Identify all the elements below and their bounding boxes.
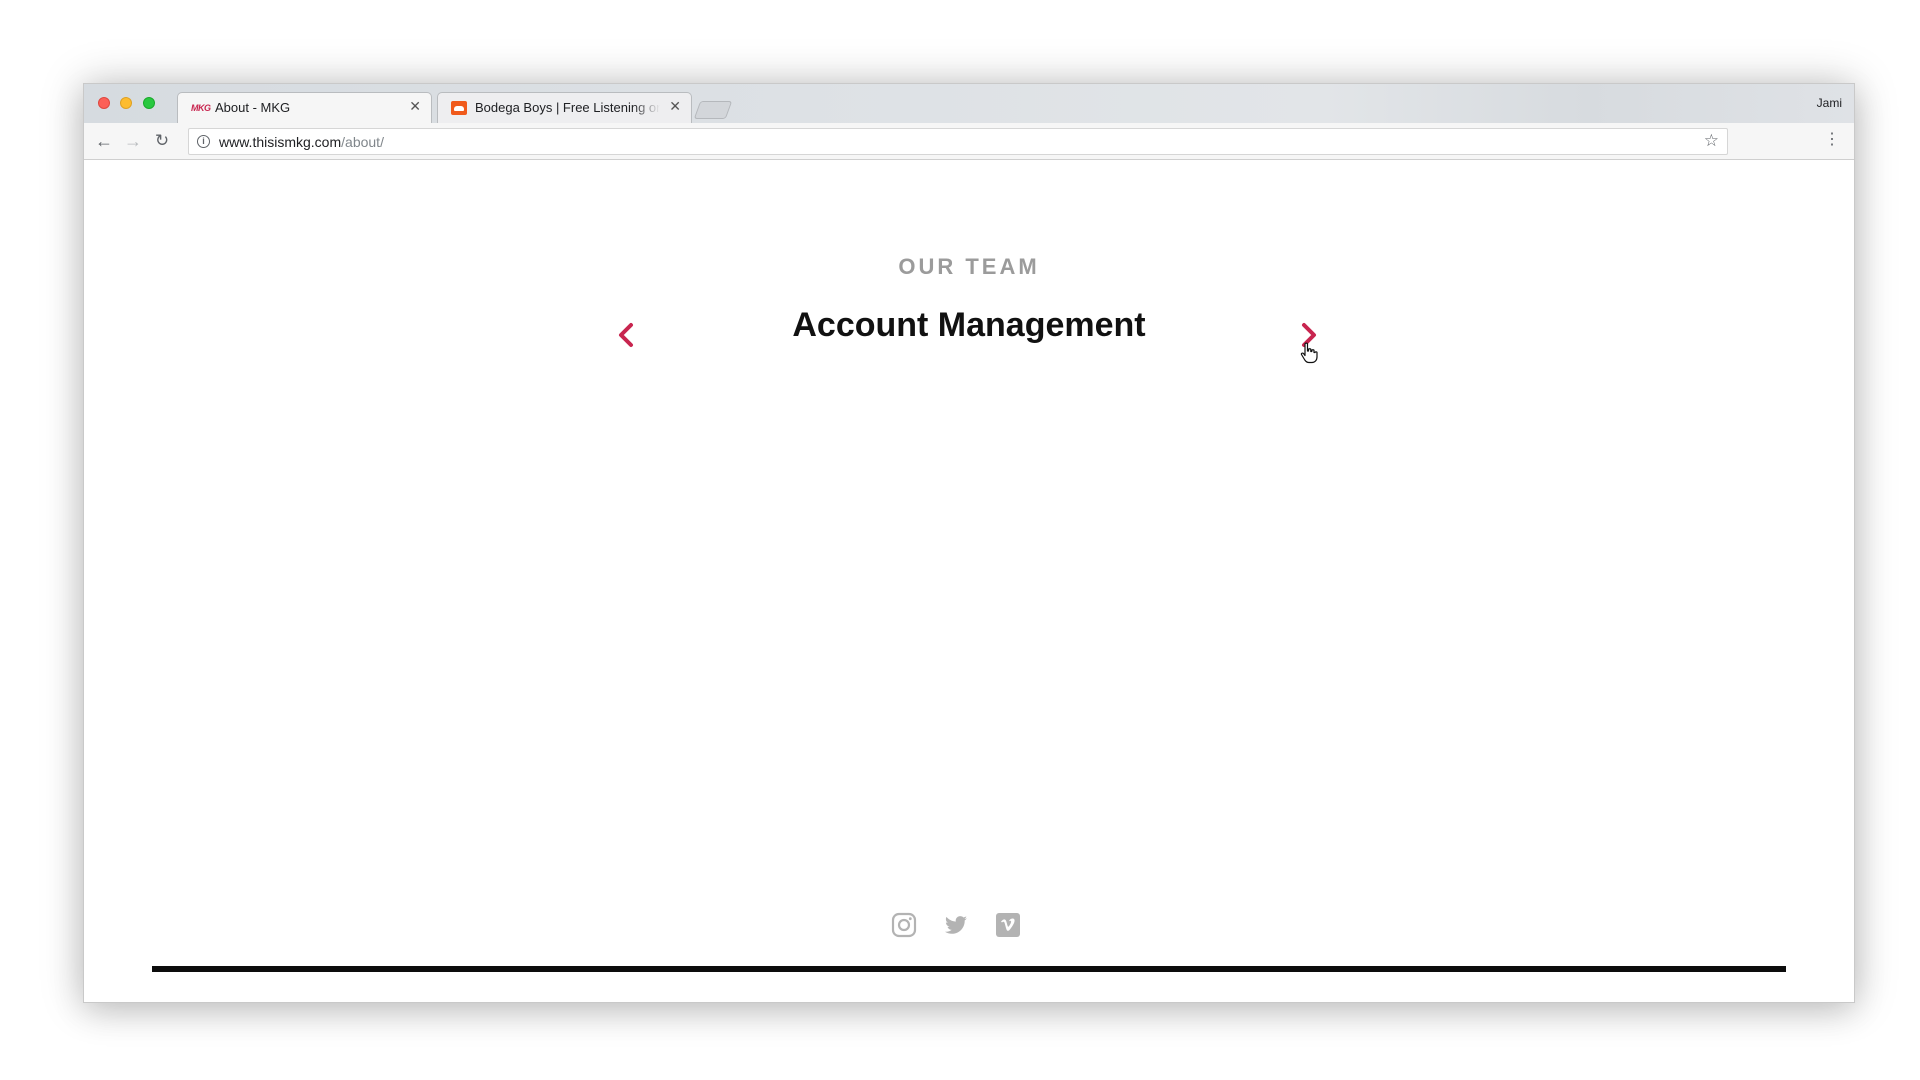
mkg-favicon-icon: MKG <box>191 103 211 113</box>
url-domain: www.thisismkg.com <box>219 134 342 150</box>
tab-bodega-boys[interactable]: Bodega Boys | Free Listening on SoundClo… <box>437 92 692 123</box>
team-title: Account Management <box>792 306 1146 344</box>
back-arrow-icon[interactable]: ← <box>92 129 116 153</box>
browser-menu-icon[interactable]: ⋮ <box>1824 131 1840 149</box>
new-tab-button[interactable] <box>693 101 733 119</box>
info-icon[interactable]: i <box>197 135 210 148</box>
tab-about-mkg[interactable]: MKG About - MKG ✕ <box>177 92 432 123</box>
section-label: OUR TEAM <box>898 254 1040 279</box>
previous-arrow-icon[interactable] <box>614 320 638 350</box>
bookmark-star-icon[interactable]: ☆ <box>1704 131 1719 151</box>
tab-title: Bodega Boys | Free Listening on SoundClo… <box>475 100 660 115</box>
profile-name[interactable]: Jami <box>1817 96 1842 110</box>
tab-close-icon[interactable]: ✕ <box>409 98 421 115</box>
footer-divider <box>152 966 1786 972</box>
reload-icon[interactable]: ↻ <box>150 129 174 153</box>
browser-window: MKG About - MKG ✕ Bodega Boys | Free Lis… <box>83 83 1855 1003</box>
url-text[interactable]: www.thisismkg.com/about/ <box>219 134 384 150</box>
browser-toolbar: ← → ↻ i www.thisismkg.com/about/ ☆ ⋮ <box>84 123 1854 160</box>
minimize-window-button[interactable] <box>120 97 132 109</box>
tab-title: About - MKG <box>215 100 291 115</box>
vimeo-icon[interactable] <box>995 912 1021 938</box>
soundcloud-favicon-icon <box>451 101 467 115</box>
maximize-window-button[interactable] <box>143 97 155 109</box>
address-bar[interactable]: i www.thisismkg.com/about/ ☆ <box>188 128 1728 155</box>
tab-close-icon[interactable]: ✕ <box>669 98 681 115</box>
hand-cursor-icon <box>1300 342 1318 364</box>
url-path: /about/ <box>341 134 384 150</box>
forward-arrow-icon[interactable]: → <box>121 129 145 153</box>
page-content: OUR TEAM Account Management <box>84 160 1854 1002</box>
close-window-button[interactable] <box>98 97 110 109</box>
tab-strip: MKG About - MKG ✕ Bodega Boys | Free Lis… <box>84 84 1854 123</box>
twitter-icon[interactable] <box>943 912 969 938</box>
instagram-icon[interactable] <box>891 912 917 938</box>
